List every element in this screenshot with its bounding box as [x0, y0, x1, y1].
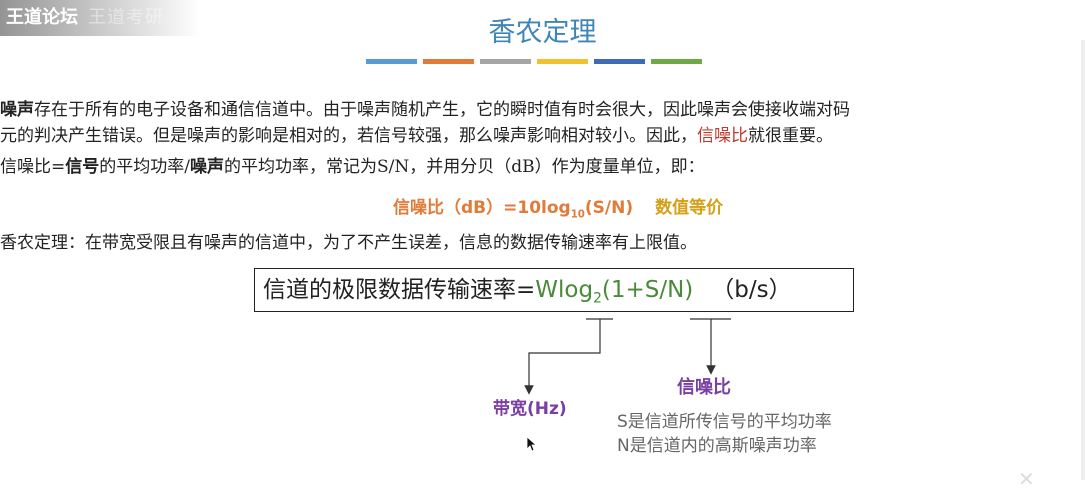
bandwidth-arrow: [524, 319, 601, 395]
label-snr: 信噪比: [677, 377, 731, 398]
label-bandwidth: 带宽(Hz): [493, 399, 567, 419]
n-definition: N是信道内的高斯噪声功率: [617, 436, 817, 456]
close-icon[interactable]: ✕: [1018, 467, 1035, 491]
mouse-cursor-icon: [526, 436, 538, 452]
s-definition: S是信道所传信号的平均功率: [617, 412, 832, 432]
